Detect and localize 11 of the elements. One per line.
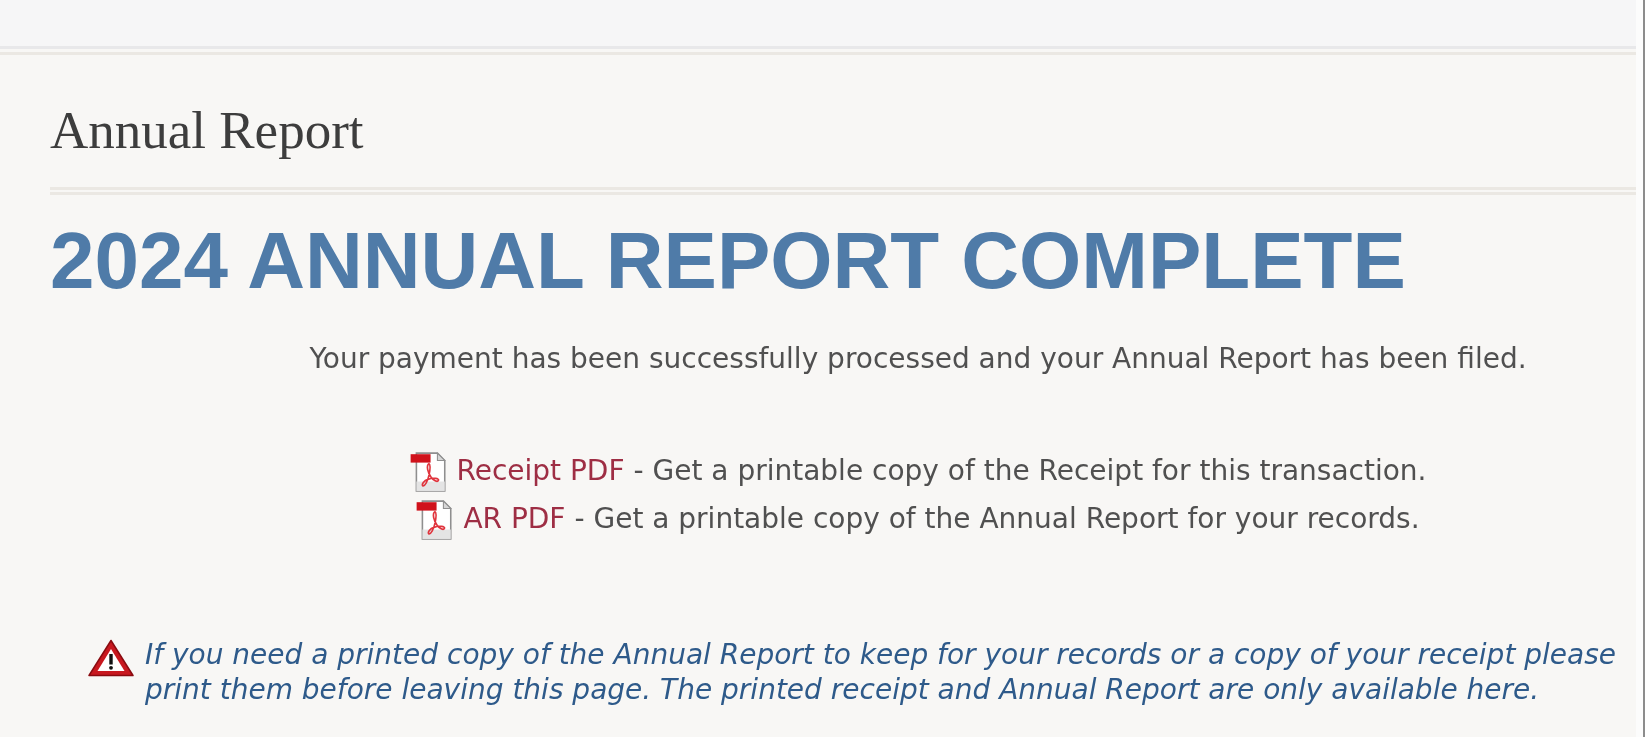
notice-text: If you need a printed copy of the Annual Report to keep for your records or a copy of your receipt please print them before leaving this page. The printed receipt and Annual Report are only available here. [145, 637, 1617, 707]
pdf-link[interactable]: Receipt PDF [456, 454, 625, 487]
pdf-link[interactable]: AR PDF [463, 502, 566, 535]
page-title: Annual Report [50, 100, 364, 160]
download-description: - Get a printable copy of the Annual Report for your records. [574, 502, 1420, 535]
confirmation-message: Your payment has been successfully processed and your Annual Report has been filed. [309, 343, 1527, 375]
headline: 2024 ANNUAL REPORT COMPLETE [50, 221, 1406, 301]
pdf-file-icon [409, 449, 448, 492]
download-description: - Get a printable copy of the Receipt for this transaction. [633, 454, 1427, 487]
pdf-file-icon [416, 497, 455, 540]
warning-icon [88, 639, 134, 677]
